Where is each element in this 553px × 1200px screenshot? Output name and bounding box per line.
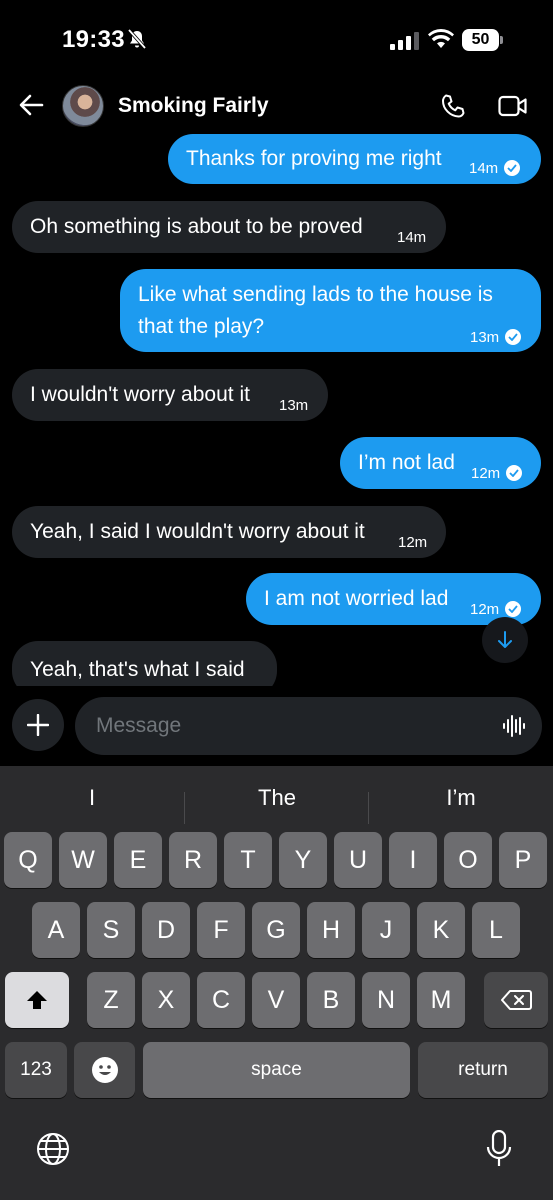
battery-level: 50	[462, 29, 499, 51]
message-text-line-2: that the play?	[138, 315, 265, 338]
key-u[interactable]: U	[334, 832, 382, 888]
status-bar: 19:33 50	[0, 0, 553, 80]
message-list[interactable]: Thanks for proving me right 14m Oh somet…	[0, 134, 553, 686]
message-bubble-sent[interactable]: I’m not lad 12m	[340, 437, 541, 489]
voice-icon[interactable]	[502, 714, 526, 738]
key-z[interactable]: Z	[87, 972, 135, 1028]
key-m[interactable]: M	[417, 972, 465, 1028]
delete-key[interactable]	[484, 972, 548, 1028]
message-bubble-received[interactable]: Yeah, that's what I said	[12, 641, 277, 686]
key-c[interactable]: C	[197, 972, 245, 1028]
emoji-key[interactable]	[74, 1042, 135, 1098]
key-n[interactable]: N	[362, 972, 410, 1028]
key-l[interactable]: L	[472, 902, 520, 958]
suggestion-bar: I The I’m	[0, 776, 553, 824]
scroll-to-bottom-button[interactable]	[482, 617, 528, 663]
key-w[interactable]: W	[59, 832, 107, 888]
message-time: 12m	[470, 601, 500, 618]
wifi-icon	[428, 29, 454, 48]
mic-icon[interactable]	[486, 1130, 512, 1168]
key-f[interactable]: F	[197, 902, 245, 958]
key-y[interactable]: Y	[279, 832, 327, 888]
message-text: I am not worried lad	[264, 587, 449, 610]
message-bubble-sent[interactable]: Like what sending lads to the house is t…	[120, 269, 541, 352]
message-input[interactable]	[75, 697, 542, 755]
key-g[interactable]: G	[252, 902, 300, 958]
phone-icon[interactable]	[440, 93, 466, 119]
key-t[interactable]: T	[224, 832, 272, 888]
status-time: 19:33	[62, 26, 125, 53]
battery-indicator: 50	[462, 29, 504, 51]
back-arrow-icon[interactable]	[18, 92, 44, 118]
message-time: 13m	[470, 329, 500, 346]
message-text-line-1: Like what sending lads to the house is	[138, 283, 493, 306]
emoji-icon	[91, 1057, 118, 1083]
chat-header: Smoking Fairly	[0, 80, 553, 134]
key-d[interactable]: D	[142, 902, 190, 958]
plus-icon	[27, 714, 49, 736]
key-v[interactable]: V	[252, 972, 300, 1028]
message-time: 14m	[469, 160, 499, 177]
shift-key[interactable]	[5, 972, 69, 1028]
message-meta: 14m	[469, 154, 521, 183]
key-k[interactable]: K	[417, 902, 465, 958]
bell-muted-icon	[127, 28, 147, 50]
message-text: I’m not lad	[358, 451, 455, 474]
message-text: I wouldn't worry about it	[30, 383, 250, 406]
key-r[interactable]: R	[169, 832, 217, 888]
read-check-icon	[504, 160, 521, 176]
key-q[interactable]: Q	[4, 832, 52, 888]
signal-icon	[390, 32, 419, 50]
video-icon[interactable]	[498, 95, 528, 117]
key-i[interactable]: I	[389, 832, 437, 888]
message-text: Yeah, I said I wouldn't worry about it	[30, 520, 365, 543]
return-key[interactable]: return	[418, 1042, 548, 1098]
avatar[interactable]	[62, 85, 104, 127]
message-bubble-sent[interactable]: Thanks for proving me right 14m	[168, 134, 541, 184]
key-p[interactable]: P	[499, 832, 547, 888]
delete-icon	[501, 990, 532, 1010]
message-bubble-received[interactable]: Oh something is about to be proved 14m	[12, 201, 446, 253]
key-e[interactable]: E	[114, 832, 162, 888]
read-check-icon	[506, 465, 523, 481]
key-o[interactable]: O	[444, 832, 492, 888]
add-attachment-button[interactable]	[12, 699, 64, 751]
message-text: Yeah, that's what I said	[30, 658, 245, 681]
space-key[interactable]: space	[143, 1042, 410, 1098]
message-time: 13m	[279, 397, 309, 414]
composer	[0, 690, 553, 766]
message-time: 14m	[397, 229, 427, 246]
message-meta: 13m	[470, 323, 522, 352]
key-x[interactable]: X	[142, 972, 190, 1028]
shift-icon	[27, 991, 47, 1009]
message-text: Oh something is about to be proved	[30, 215, 363, 238]
read-check-icon	[505, 329, 522, 345]
read-check-icon	[505, 601, 522, 617]
contact-name[interactable]: Smoking Fairly	[118, 94, 269, 118]
message-time: 12m	[398, 534, 428, 551]
key-s[interactable]: S	[87, 902, 135, 958]
key-b[interactable]: B	[307, 972, 355, 1028]
message-bubble-received[interactable]: Yeah, I said I wouldn't worry about it 1…	[12, 506, 446, 558]
message-time: 12m	[471, 465, 501, 482]
suggestion-1[interactable]: I	[0, 776, 184, 820]
numbers-key[interactable]: 123	[5, 1042, 67, 1098]
key-h[interactable]: H	[307, 902, 355, 958]
globe-icon[interactable]	[36, 1132, 70, 1166]
chevron-down-icon	[498, 631, 512, 648]
message-text: Thanks for proving me right	[186, 147, 442, 170]
suggestion-3[interactable]: I’m	[369, 776, 553, 820]
key-j[interactable]: J	[362, 902, 410, 958]
message-bubble-received[interactable]: I wouldn't worry about it 13m	[12, 369, 328, 421]
suggestion-2[interactable]: The	[185, 776, 369, 820]
key-a[interactable]: A	[32, 902, 80, 958]
message-meta: 12m	[471, 459, 523, 488]
